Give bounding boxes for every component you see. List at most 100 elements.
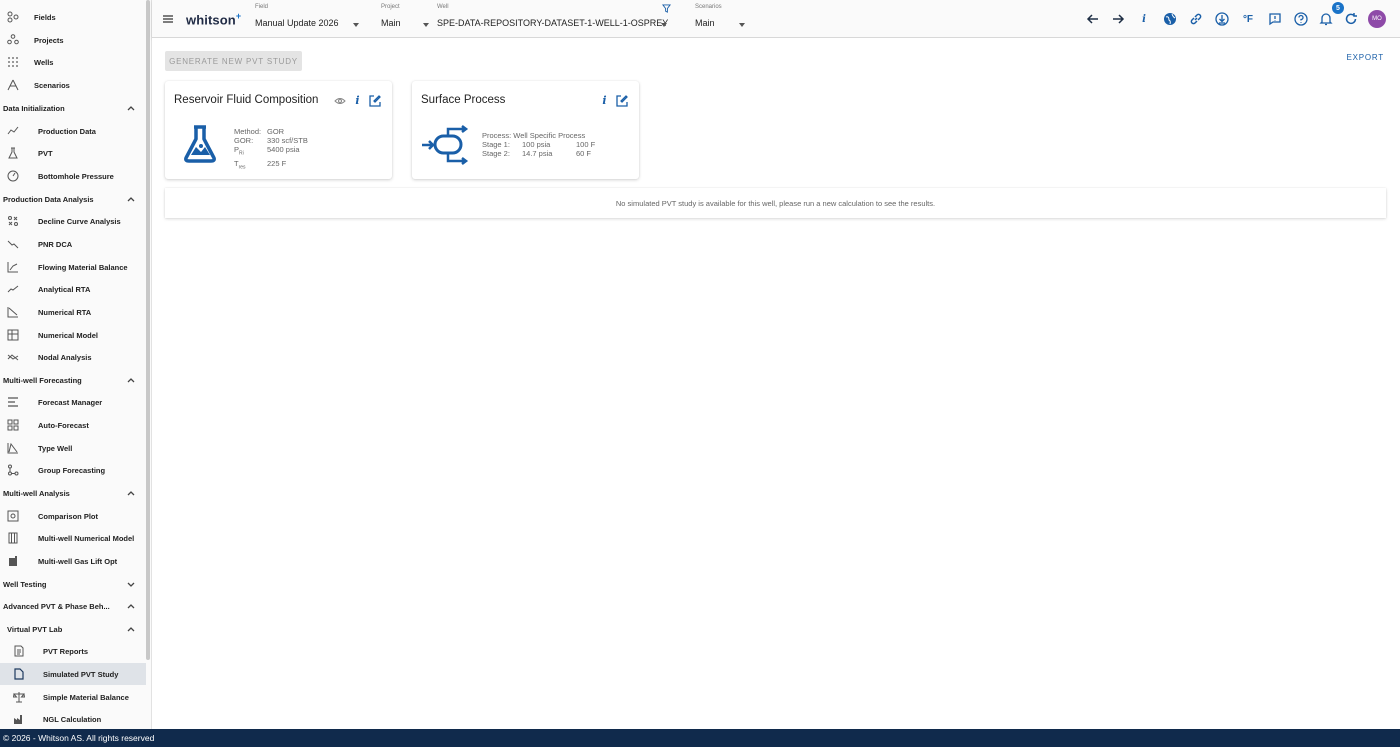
sidebar-item-group-forecasting[interactable]: Group Forecasting: [0, 459, 146, 481]
section-production-data-analysis[interactable]: Production Data Analysis: [0, 188, 146, 210]
section-advanced-pvt[interactable]: Advanced PVT & Phase Beh...: [0, 595, 146, 617]
sidebar-scrollbar[interactable]: [146, 0, 150, 660]
separator-process-icon: [422, 125, 469, 165]
flask-icon: [184, 125, 216, 163]
app-root: Fields Projects Wells Scenarios Data Ini…: [0, 0, 1400, 747]
sidebar-item-label: Type Well: [38, 443, 73, 453]
sidebar-item-simple-material-balance[interactable]: Simple Material Balance: [0, 686, 146, 708]
card-title: Reservoir Fluid Composition: [174, 94, 319, 106]
help-icon[interactable]: [1293, 11, 1309, 27]
section-multi-well-analysis[interactable]: Multi-well Analysis: [0, 482, 146, 504]
edit-icon[interactable]: [368, 94, 381, 107]
row-gor: GOR: 330 scf/STB: [234, 136, 308, 145]
sidebar-item-fields[interactable]: Fields: [0, 6, 146, 28]
sidebar-item-multi-well-gas-lift-opt[interactable]: Multi-well Gas Lift Opt: [0, 550, 146, 572]
project-select[interactable]: Project Main: [381, 4, 433, 34]
sidebar-item-pvt-reports[interactable]: PVT Reports: [0, 640, 146, 662]
export-button[interactable]: EXPORT: [1346, 53, 1384, 62]
globe-icon[interactable]: [1162, 11, 1178, 27]
scenarios-icon: [6, 78, 20, 92]
sidebar-item-forecast-manager[interactable]: Forecast Manager: [0, 391, 146, 413]
app-logo[interactable]: whitson+: [186, 11, 241, 27]
scenarios-value: Main: [695, 18, 715, 28]
refresh-icon[interactable]: [1343, 11, 1359, 27]
section-label: Data Initialization: [3, 103, 65, 113]
sidebar-item-simulated-pvt-study[interactable]: Simulated PVT Study: [0, 663, 146, 685]
scenarios-caption: Scenarios: [695, 4, 722, 10]
section-multi-well-forecasting[interactable]: Multi-well Forecasting: [0, 369, 146, 391]
sidebar-item-numerical-rta[interactable]: Numerical RTA: [0, 301, 146, 323]
group-icon: [6, 463, 20, 477]
rta-icon: [6, 282, 20, 296]
sidebar-item-flowing-material-balance[interactable]: Flowing Material Balance: [0, 256, 146, 278]
row-method: Method: GOR: [234, 127, 285, 136]
sidebar-item-production-data[interactable]: Production Data: [0, 120, 146, 142]
back-arrow-icon[interactable]: [1085, 11, 1101, 27]
notifications-bell-icon[interactable]: [1318, 11, 1334, 27]
field-select[interactable]: Field Manual Update 2026: [255, 4, 363, 34]
sidebar-item-ngl-calculation[interactable]: NGL Calculation: [0, 708, 146, 729]
scenarios-select[interactable]: Scenarios Main: [695, 4, 747, 34]
well-value: SPE-DATA-REPOSITORY-DATASET-1-WELL-1-OSP…: [437, 18, 669, 28]
forward-arrow-icon[interactable]: [1110, 11, 1126, 27]
sidebar-item-label: Projects: [34, 35, 64, 45]
sidebar: Fields Projects Wells Scenarios Data Ini…: [0, 0, 152, 729]
edit-icon[interactable]: [615, 94, 628, 107]
sidebar-item-comparison-plot[interactable]: Comparison Plot: [0, 505, 146, 527]
sidebar-item-bottomhole-pressure[interactable]: Bottomhole Pressure: [0, 165, 146, 187]
fields-icon: [6, 10, 20, 24]
generate-pvt-study-button[interactable]: GENERATE NEW PVT STUDY: [165, 51, 302, 71]
sidebar-item-type-well[interactable]: Type Well: [0, 437, 146, 459]
info-icon[interactable]: i: [598, 94, 611, 107]
sidebar-item-label: Multi-well Gas Lift Opt: [38, 556, 118, 566]
link-icon[interactable]: [1188, 11, 1204, 27]
section-well-testing[interactable]: Well Testing: [0, 573, 146, 595]
sidebar-item-pnr-dca[interactable]: PNR DCA: [0, 233, 146, 255]
pnr-dca-icon: [6, 237, 20, 251]
grid-icon: [6, 418, 20, 432]
info-icon[interactable]: i: [1136, 11, 1152, 27]
field-value: Manual Update 2026: [255, 18, 339, 28]
section-virtual-pvt-lab[interactable]: Virtual PVT Lab: [0, 618, 146, 640]
top-bar: whitson+ Field Manual Update 2026 Projec…: [152, 0, 1400, 38]
sidebar-item-analytical-rta[interactable]: Analytical RTA: [0, 278, 146, 300]
chevron-up-icon: [127, 604, 135, 609]
pvt-flask-icon: [6, 146, 20, 160]
user-avatar[interactable]: MO: [1368, 10, 1386, 28]
download-icon[interactable]: [1214, 11, 1230, 27]
well-select[interactable]: Well SPE-DATA-REPOSITORY-DATASET-1-WELL-…: [437, 4, 669, 34]
sidebar-item-numerical-model[interactable]: Numerical Model: [0, 324, 146, 346]
section-data-initialization[interactable]: Data Initialization: [0, 97, 146, 119]
scale-icon: [12, 690, 26, 704]
list-icon: [6, 395, 20, 409]
caret-down-icon: [739, 23, 745, 27]
sidebar-item-pvt[interactable]: PVT: [0, 142, 146, 164]
project-caption: Project: [381, 4, 400, 10]
sidebar-item-wells[interactable]: Wells: [0, 51, 146, 73]
fmb-chart-icon: [6, 260, 20, 274]
numerical-model-icon: [6, 328, 20, 342]
sidebar-item-scenarios[interactable]: Scenarios: [0, 74, 146, 96]
sidebar-item-label: PVT: [38, 148, 53, 158]
field-caption: Field: [255, 4, 269, 10]
nodal-icon: [6, 350, 20, 364]
info-icon[interactable]: i: [351, 94, 364, 107]
sidebar-item-auto-forecast[interactable]: Auto-Forecast: [0, 414, 146, 436]
sidebar-item-label: Numerical RTA: [38, 307, 92, 317]
sidebar-item-decline-curve-analysis[interactable]: Decline Curve Analysis: [0, 210, 146, 232]
sidebar-item-nodal-analysis[interactable]: Nodal Analysis: [0, 346, 146, 368]
sidebar-item-projects[interactable]: Projects: [0, 29, 146, 51]
numerical-rta-icon: [6, 305, 20, 319]
sidebar-item-multi-well-numerical-model[interactable]: Multi-well Numerical Model: [0, 527, 146, 549]
feedback-icon[interactable]: [1267, 11, 1283, 27]
projects-icon: [6, 33, 20, 47]
sidebar-item-label: Forecast Manager: [38, 397, 103, 407]
temperature-unit-icon[interactable]: °F: [1240, 11, 1256, 27]
sidebar-item-label: Simulated PVT Study: [43, 669, 119, 679]
hamburger-menu-icon[interactable]: [162, 13, 174, 25]
sidebar-item-label: Multi-well Numerical Model: [38, 533, 135, 543]
row-tres: Tres 225 F: [234, 158, 287, 171]
caret-down-icon: [661, 23, 667, 27]
filter-icon[interactable]: [662, 4, 671, 13]
eye-icon[interactable]: [333, 94, 346, 107]
